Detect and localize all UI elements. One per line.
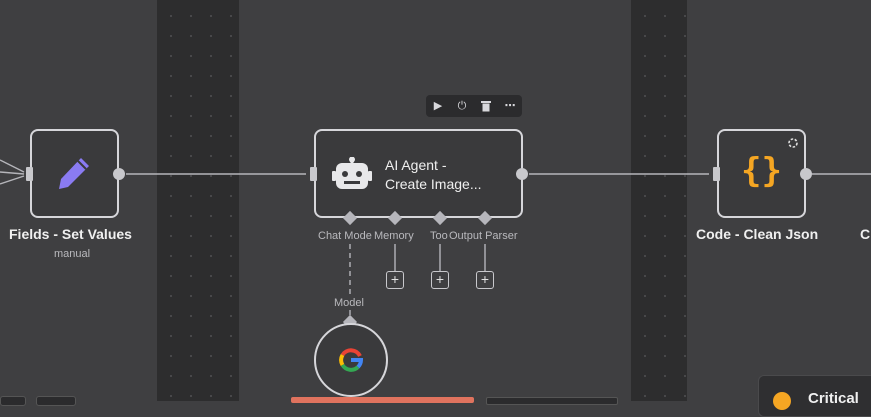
code-input-handle[interactable]	[713, 167, 720, 181]
more-icon[interactable]: ⋯	[500, 95, 520, 117]
bottom-panel-partial	[486, 397, 618, 405]
chat-model-label: Chat Mode	[318, 230, 372, 242]
add-output-parser-button[interactable]: +	[476, 271, 494, 289]
set-values-subtitle: manual	[54, 248, 91, 260]
model-label: Model	[334, 297, 364, 309]
ai-agent-input-handle[interactable]	[310, 167, 317, 181]
code-output-handle[interactable]	[800, 168, 812, 180]
error-bar[interactable]	[291, 397, 474, 403]
tool-label: Too	[430, 230, 448, 242]
google-g-icon	[339, 348, 364, 372]
node-code[interactable]: {}	[717, 129, 806, 218]
robot-icon	[332, 157, 372, 189]
code-title: Code - Clean Json	[696, 226, 819, 242]
node-set-values[interactable]	[30, 129, 119, 218]
bottom-left-button-2[interactable]	[36, 396, 76, 406]
power-icon[interactable]: ⏻	[452, 95, 472, 117]
node-google-model[interactable]	[314, 323, 388, 397]
set-values-input-handle[interactable]	[26, 167, 33, 181]
trash-icon[interactable]	[476, 95, 496, 117]
memory-label: Memory	[374, 230, 414, 242]
node-ai-agent[interactable]: AI Agent - Create Image...	[314, 129, 523, 218]
output-parser-label: Output Parser	[449, 230, 518, 242]
ai-agent-output-handle[interactable]	[516, 168, 528, 180]
next-node-title-partial: C	[860, 226, 871, 242]
notification-title: Critical	[808, 390, 859, 407]
curly-braces-icon: {}	[741, 151, 782, 191]
add-memory-button[interactable]: +	[386, 271, 404, 289]
warning-icon	[773, 392, 791, 410]
set-values-output-handle[interactable]	[113, 168, 125, 180]
bottom-left-button[interactable]	[0, 396, 26, 406]
node-toolbar: ▶ ⏻ ⋯	[426, 95, 522, 117]
ai-agent-title-line1: AI Agent -	[385, 157, 447, 173]
add-tool-button[interactable]: +	[431, 271, 449, 289]
set-values-title: Fields - Set Values	[9, 226, 132, 242]
pencil-icon	[59, 158, 89, 189]
ai-agent-title-line2: Create Image...	[385, 176, 482, 192]
play-icon[interactable]: ▶	[428, 95, 448, 117]
loading-icon	[788, 138, 798, 148]
notification-toast[interactable]: Critical	[758, 375, 871, 417]
